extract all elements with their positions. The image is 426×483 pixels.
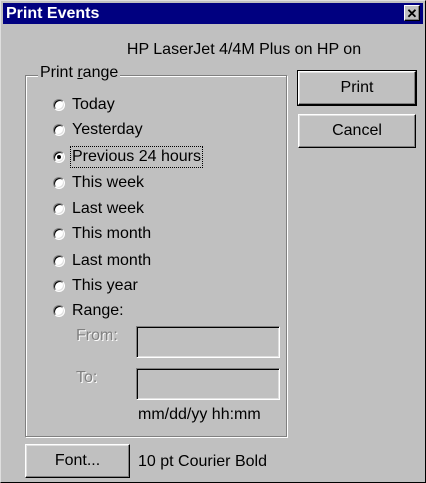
legend-suffix: ange	[82, 64, 119, 81]
to-field[interactable]	[136, 368, 280, 400]
radio-label: This week	[72, 174, 145, 191]
radio-circle[interactable]	[53, 203, 65, 215]
radio-label: Last month	[72, 252, 152, 269]
radio-label: Range:	[72, 302, 124, 319]
radio-label: This month	[72, 225, 152, 242]
font-button[interactable]: Font...	[25, 444, 130, 478]
font-value: 10 pt Courier Bold	[138, 453, 267, 470]
print-button[interactable]: Print	[297, 70, 417, 106]
font-button-label: Font...	[54, 452, 101, 469]
radio-circle-selected[interactable]	[53, 151, 65, 163]
radio-circle[interactable]	[53, 99, 65, 111]
window-title: Print Events	[6, 5, 100, 22]
close-icon: ✕	[406, 5, 418, 21]
radio-circle[interactable]	[53, 280, 65, 292]
radio-circle[interactable]	[53, 124, 65, 136]
printer-name: HP LaserJet 4/4M Plus on HP on	[1, 41, 426, 59]
printer-name-text: HP LaserJet 4/4M Plus on HP on	[126, 41, 362, 58]
radio-circle[interactable]	[53, 255, 65, 267]
radio-label: Previous 24 hours	[70, 146, 203, 168]
from-field[interactable]	[136, 326, 280, 358]
close-button[interactable]: ✕	[404, 5, 420, 21]
radio-label: Yesterday	[72, 121, 143, 138]
cancel-button[interactable]: Cancel	[298, 114, 416, 148]
radio-label: Today	[72, 96, 115, 113]
radio-circle[interactable]	[53, 177, 65, 189]
legend-prefix: Print	[40, 64, 78, 81]
to-label: To:	[76, 369, 98, 386]
radio-circle[interactable]	[53, 228, 65, 240]
print-events-dialog: Print Events ✕ HP LaserJet 4/4M Plus on …	[0, 0, 426, 483]
radio-label: This year	[72, 277, 138, 294]
radio-label: Last week	[72, 200, 145, 217]
radio-circle[interactable]	[53, 305, 65, 317]
date-format-hint: mm/dd/yy hh:mm	[138, 406, 261, 423]
title-bar[interactable]: Print Events ✕	[3, 3, 423, 24]
from-label: From:	[76, 327, 118, 344]
cancel-button-label: Cancel	[332, 122, 382, 139]
print-range-legend: Print range	[38, 63, 121, 83]
print-button-label: Print	[340, 79, 374, 96]
